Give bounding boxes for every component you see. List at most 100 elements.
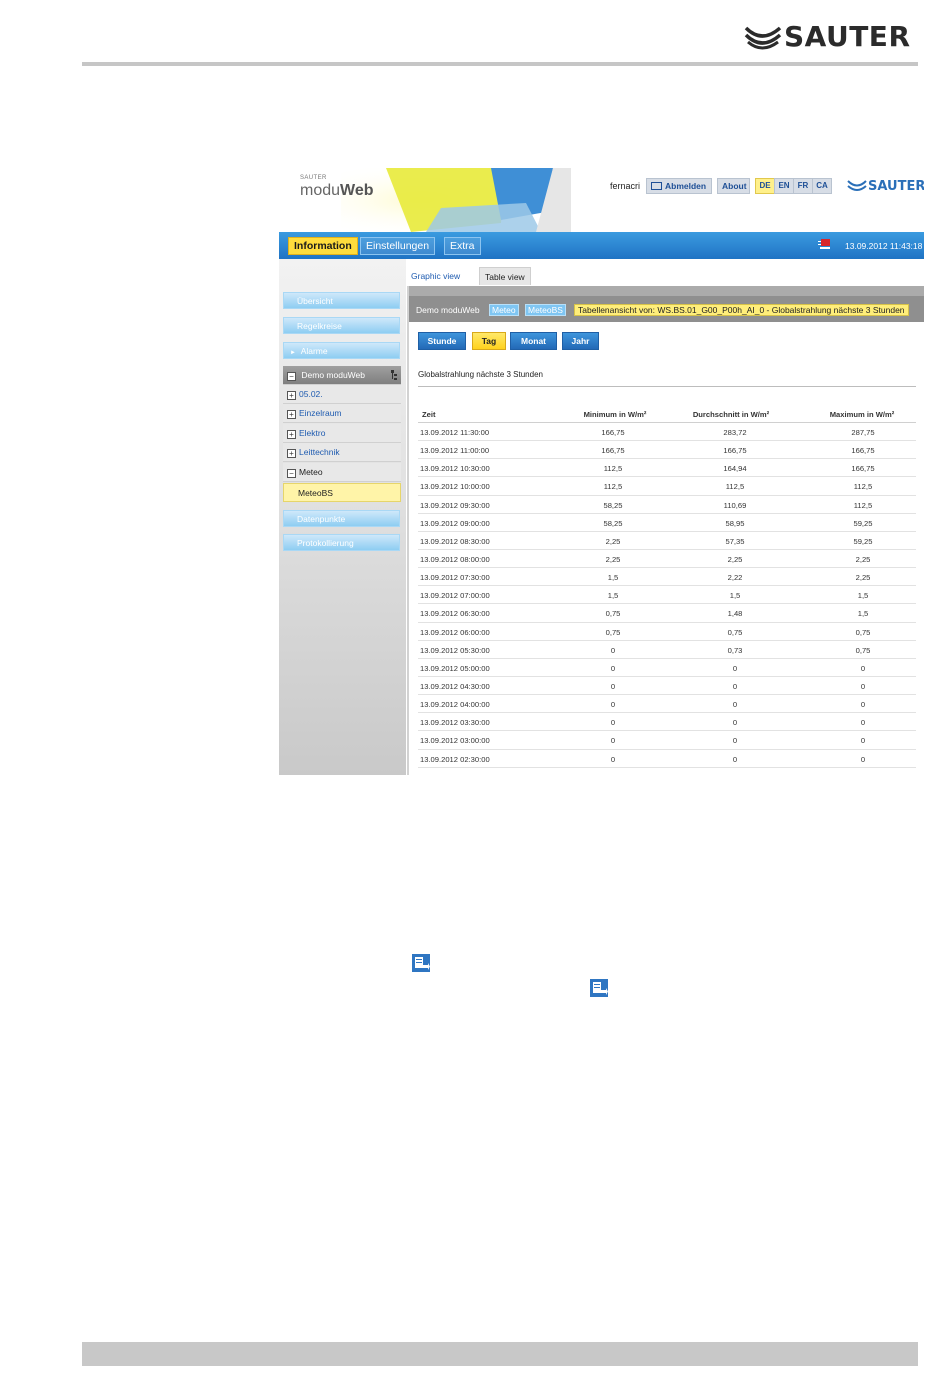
tree-item-label: Meteo [299, 467, 323, 477]
cell-minimum: 58,25 [603, 500, 623, 510]
nav-tab-einstellungen[interactable]: Einstellungen [360, 237, 436, 255]
table-row: 13.09.2012 09:00:00 58,25 58,95 59,25 [418, 514, 916, 532]
cell-average: 283,72 [723, 428, 747, 437]
tree-item-label: Einzelraum [299, 408, 342, 418]
sidebar-item-uebersicht[interactable]: Übersicht [283, 292, 400, 309]
collapse-icon[interactable]: − [287, 372, 296, 381]
tree-root[interactable]: − Demo moduWeb [283, 366, 401, 385]
alarm-icon[interactable] [817, 237, 831, 251]
tree-item-meteobs[interactable]: MeteoBS [283, 483, 401, 502]
tree-item-elektro[interactable]: + Elektro [283, 424, 401, 443]
arrow-right-icon: ► [290, 350, 296, 356]
cell-average: 166,75 [723, 446, 747, 456]
cell-maximum: 1,5 [857, 591, 869, 601]
nav-tab-information[interactable]: Information [288, 237, 358, 255]
expand-icon[interactable]: + [287, 410, 296, 419]
sidebar-item-alarme[interactable]: ► Alarme [283, 342, 400, 359]
logout-button[interactable]: Abmelden [646, 178, 712, 194]
nav-tab-extra[interactable]: Extra [444, 237, 481, 255]
period-monat-button[interactable]: Monat [510, 332, 557, 350]
expand-icon[interactable]: + [287, 391, 296, 400]
logout-icon [651, 182, 662, 190]
cell-minimum: 0 [610, 645, 616, 655]
tab-graphic-view[interactable]: Graphic view [406, 267, 465, 285]
app-header: SAUTER moduWeb fernacri Abmelden About D… [279, 168, 924, 232]
table-row: 13.09.2012 03:00:00 0 0 0 [418, 731, 916, 750]
cell-maximum: 112,5 [853, 482, 873, 492]
lang-ca-button[interactable]: CA [812, 178, 832, 194]
cell-time: 13.09.2012 03:30:00 [420, 718, 490, 728]
table-body: 13.09.2012 11:30:00 166,75 283,72 287,75 13.… [418, 423, 916, 768]
table-row: 13.09.2012 06:00:00 0,75 0,75 0,75 [418, 623, 916, 641]
sidebar-item-alarme-label: Alarme [300, 346, 328, 356]
cell-minimum: 58,25 [603, 518, 623, 528]
expand-icon[interactable]: + [287, 430, 296, 439]
table-row: 13.09.2012 08:30:00 2,25 57,35 59,25 [418, 532, 916, 550]
export-icon [590, 979, 608, 997]
tree-item-label: 05.02. [299, 389, 323, 399]
sidebar: Übersicht Regelkreise ► Alarme − Demo mo… [279, 259, 406, 775]
tree-item-05-02[interactable]: +05.02. [283, 385, 401, 404]
breadcrumb-root[interactable]: Demo moduWeb [416, 305, 480, 315]
table-row: 13.09.2012 02:30:00 0 0 0 [418, 750, 916, 768]
table-row: 13.09.2012 07:30:00 1,5 2,22 2,25 [418, 568, 916, 587]
tree-item-leittechnik[interactable]: + Leittechnik [283, 443, 401, 462]
table-row: 13.09.2012 05:00:00 0 0 0 [418, 659, 916, 677]
sidebar-item-datenpunkte[interactable]: Datenpunkte [283, 510, 400, 527]
data-table: Zeit Minimum in W/m² Durchschnitt in W/m… [418, 402, 916, 768]
cell-average: 164,94 [723, 464, 747, 474]
cell-time: 13.09.2012 11:30:00 [420, 428, 490, 437]
cell-minimum: 1,5 [607, 573, 619, 583]
cell-minimum: 0 [610, 736, 616, 746]
lang-en-button[interactable]: EN [774, 178, 794, 194]
cell-maximum: 0 [860, 681, 866, 691]
cell-time: 13.09.2012 09:30:00 [420, 500, 490, 510]
cell-time: 13.09.2012 08:30:00 [420, 536, 490, 546]
cell-minimum: 0 [610, 681, 616, 691]
tab-table-view[interactable]: Table view [479, 267, 531, 285]
period-tag-button[interactable]: Tag [472, 332, 506, 350]
table-row: 13.09.2012 07:00:00 1,5 1,5 1,5 [418, 586, 916, 605]
breadcrumb-meteo[interactable]: Meteo [489, 304, 519, 316]
cell-maximum: 0 [860, 663, 866, 673]
tree-item-einzelraum[interactable]: + Einzelraum [283, 404, 401, 423]
cell-maximum: 0 [860, 700, 866, 710]
sidebar-item-regelkreise[interactable]: Regelkreise [283, 317, 400, 334]
cell-average: 57,35 [725, 536, 745, 546]
cell-average: 0 [732, 736, 738, 746]
tree-item-meteo[interactable]: − Meteo [283, 463, 401, 482]
cell-time: 13.09.2012 10:00:00 [420, 482, 490, 492]
cell-maximum: 0,75 [855, 645, 871, 655]
period-stunde-button[interactable]: Stunde [418, 332, 466, 350]
cell-time: 13.09.2012 07:30:00 [420, 573, 490, 583]
cell-maximum: 59,25 [853, 518, 873, 528]
cell-maximum: 0 [860, 736, 866, 746]
cell-minimum: 166,75 [601, 428, 625, 437]
table-row: 13.09.2012 11:30:00 166,75 283,72 287,75 [418, 423, 916, 442]
about-button[interactable]: About [717, 178, 750, 194]
lang-de-button[interactable]: DE [755, 178, 775, 194]
expand-icon[interactable]: + [287, 449, 296, 458]
collapse-icon[interactable]: − [287, 469, 296, 478]
logout-label: Abmelden [665, 181, 707, 191]
cell-time: 13.09.2012 10:30:00 [420, 464, 490, 474]
language-switcher: DE EN FR CA [755, 178, 832, 194]
cell-time: 13.09.2012 06:00:00 [420, 627, 490, 637]
cell-time: 13.09.2012 09:00:00 [420, 518, 490, 528]
period-jahr-button[interactable]: Jahr [562, 332, 599, 350]
sauter-wordmark: SAUTER [784, 20, 911, 53]
breadcrumb: Demo moduWeb Meteo MeteoBS Tabellenansic… [409, 296, 924, 322]
cell-maximum: 0 [860, 718, 866, 728]
table-header-row: Zeit Minimum in W/m² Durchschnitt in W/m… [418, 402, 916, 423]
table-row: 13.09.2012 05:30:00 0 0,73 0,75 [418, 641, 916, 659]
cell-time: 13.09.2012 11:00:00 [420, 446, 490, 456]
cell-minimum: 0,75 [605, 627, 621, 637]
cell-maximum: 1,5 [857, 609, 869, 619]
table-row: 13.09.2012 10:00:00 112,5 112,5 112,5 [418, 477, 916, 496]
cell-average: 0 [732, 700, 738, 710]
cell-time: 13.09.2012 04:00:00 [420, 700, 490, 710]
lang-fr-button[interactable]: FR [793, 178, 813, 194]
brand-main: moduWeb [300, 182, 374, 200]
breadcrumb-meteobs[interactable]: MeteoBS [525, 304, 566, 316]
sidebar-item-protokollierung[interactable]: Protokollierung [283, 534, 400, 551]
